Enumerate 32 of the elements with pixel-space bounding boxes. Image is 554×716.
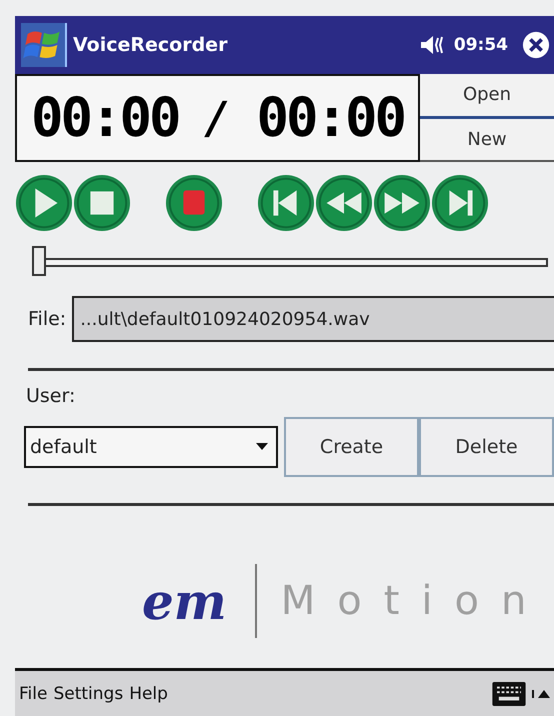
- skip-back-button[interactable]: [257, 174, 315, 232]
- new-button[interactable]: New: [420, 118, 554, 162]
- menu-item[interactable]: Help: [129, 684, 168, 704]
- speaker-icon[interactable]: [420, 34, 446, 56]
- skip-forward-button[interactable]: [431, 174, 489, 232]
- open-button[interactable]: Open: [420, 74, 554, 118]
- user-label: User:: [26, 385, 76, 407]
- total-time: 00:00: [256, 91, 404, 145]
- elapsed-time: 00:00: [31, 91, 179, 145]
- stop-button[interactable]: [73, 174, 131, 232]
- menu-item[interactable]: File: [19, 684, 48, 704]
- create-button[interactable]: Create: [284, 417, 419, 477]
- position-slider[interactable]: [32, 246, 548, 278]
- record-button[interactable]: [165, 174, 223, 232]
- play-button[interactable]: [15, 174, 73, 232]
- forward-button[interactable]: [373, 174, 431, 232]
- caret-icon: [256, 443, 268, 451]
- menu-item[interactable]: Settings: [53, 684, 124, 704]
- window-title: VoiceRecorder: [73, 34, 228, 56]
- logo-mark: em: [142, 572, 227, 630]
- up-arrow-icon[interactable]: [532, 690, 550, 698]
- delete-button[interactable]: Delete: [419, 417, 554, 477]
- file-path-field: ...ult\default010924020954.wav: [72, 296, 554, 342]
- file-label: File:: [28, 308, 66, 330]
- user-dropdown[interactable]: default: [24, 426, 278, 468]
- close-icon[interactable]: [522, 31, 550, 59]
- logo-name: Motion: [280, 578, 548, 624]
- clock-time: 09:54: [454, 35, 508, 55]
- keyboard-icon[interactable]: [492, 682, 526, 706]
- time-separator: /: [204, 92, 231, 144]
- flag-logo-icon[interactable]: [21, 23, 67, 67]
- rewind-button[interactable]: [315, 174, 373, 232]
